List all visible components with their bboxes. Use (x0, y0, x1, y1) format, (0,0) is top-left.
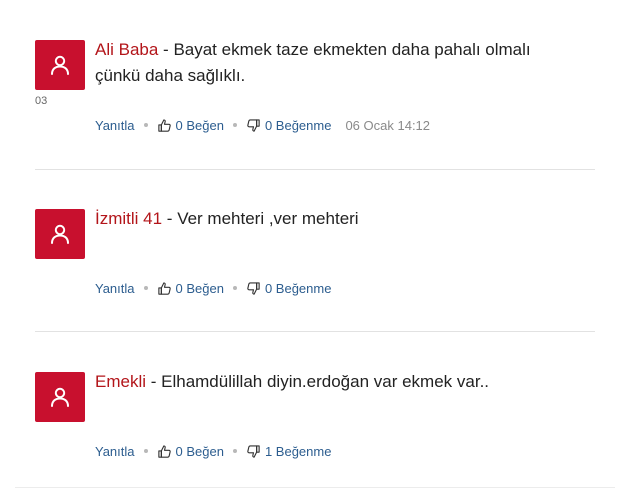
separator-dot (143, 449, 148, 453)
comment-item: İzmitli 41 - Ver mehteri ,ver mehteri Ya… (0, 170, 618, 296)
thumbs-down-icon (247, 444, 260, 458)
user-icon (51, 387, 69, 407)
comment-body: Ali Baba - Bayat ekmek taze ekmekten dah… (95, 37, 565, 89)
separator-dot (232, 449, 237, 453)
comment-item: 03 Ali Baba - Bayat ekmek taze ekmekten … (0, 0, 618, 133)
dislike-button[interactable]: 1 Beğenme (246, 443, 332, 459)
comment-actions: Yanıtla 0 Beğen 0 Beğenme (95, 279, 331, 297)
thumbs-down-icon (247, 118, 260, 132)
comment-side-note: 03 (35, 95, 48, 107)
user-icon (51, 224, 69, 244)
user-icon (51, 55, 69, 75)
reply-button[interactable]: Yanıtla (95, 118, 135, 133)
comment-author[interactable]: Ali Baba (95, 40, 158, 59)
separator-dot (232, 123, 237, 127)
thumbs-down-icon (247, 281, 260, 295)
avatar (35, 209, 85, 259)
avatar (35, 40, 85, 90)
separator-dot (143, 123, 148, 127)
like-count-label: 0 Beğen (175, 443, 224, 459)
comment-item: Emekli - Elhamdülillah diyin.erdoğan var… (0, 332, 618, 459)
thumbs-up-icon (157, 118, 171, 132)
dislike-count-label: 0 Beğenme (264, 280, 332, 296)
comment-actions: Yanıtla 0 Beğen 1 Beğenme (95, 442, 331, 460)
comment-actions: Yanıtla 0 Beğen 0 Beğenme 06 Ocak 14:12 (95, 116, 430, 134)
separator-dot (232, 286, 237, 290)
author-separator: - (158, 40, 174, 59)
author-separator: - (146, 372, 162, 391)
comment-body: İzmitli 41 - Ver mehteri ,ver mehteri (95, 206, 565, 232)
comment-date: 06 Ocak 14:12 (345, 117, 431, 133)
like-button[interactable]: 0 Beğen (157, 118, 224, 133)
like-button[interactable]: 0 Beğen (157, 281, 224, 296)
thumbs-up-icon (157, 444, 171, 458)
divider (15, 487, 615, 488)
comment-text: Ver mehteri ,ver mehteri (177, 209, 359, 228)
comment-body: Emekli - Elhamdülillah diyin.erdoğan var… (95, 369, 565, 395)
dislike-count-label: 1 Beğenme (264, 443, 332, 459)
comment-author[interactable]: Emekli (95, 372, 146, 391)
dislike-count-label: 0 Beğenme (264, 117, 332, 133)
comments-section: 03 Ali Baba - Bayat ekmek taze ekmekten … (0, 0, 618, 489)
avatar (35, 372, 85, 422)
comment-author[interactable]: İzmitli 41 (95, 209, 162, 228)
separator-dot (143, 286, 148, 290)
comment-text: Elhamdülillah diyin.erdoğan var ekmek va… (161, 372, 490, 391)
like-button[interactable]: 0 Beğen (157, 444, 224, 459)
dislike-button[interactable]: 0 Beğenme (246, 117, 332, 133)
like-count-label: 0 Beğen (175, 117, 224, 133)
dislike-button[interactable]: 0 Beğenme (246, 280, 332, 296)
thumbs-up-icon (157, 281, 171, 295)
reply-button[interactable]: Yanıtla (95, 281, 135, 296)
like-count-label: 0 Beğen (175, 280, 224, 296)
reply-button[interactable]: Yanıtla (95, 444, 135, 459)
author-separator: - (162, 209, 178, 228)
